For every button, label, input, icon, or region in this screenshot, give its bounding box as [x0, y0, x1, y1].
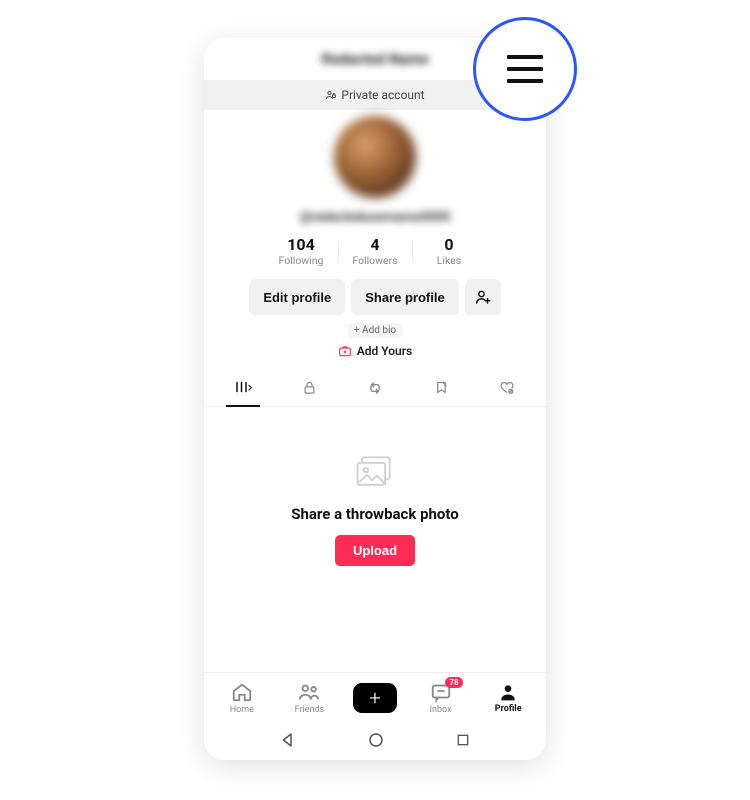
- stat-likes[interactable]: 0 Likes: [412, 235, 486, 267]
- phone-frame: Redacted Name Private account @redactedu…: [204, 38, 546, 760]
- handle-row: @redactedusername0000: [204, 206, 546, 225]
- avatar[interactable]: [334, 116, 416, 198]
- nav-home[interactable]: Home: [212, 681, 272, 715]
- back-icon[interactable]: [279, 731, 297, 749]
- heart-hidden-icon: [499, 380, 515, 395]
- bottom-nav: Home Friends + 78 Inbox: [204, 672, 546, 720]
- edit-profile-button[interactable]: Edit profile: [249, 279, 345, 315]
- empty-state: Share a throwback photo Upload: [204, 407, 546, 672]
- username-handle[interactable]: @redactedusername0000: [300, 210, 451, 225]
- tab-posts[interactable]: [210, 372, 276, 406]
- nav-friends[interactable]: Friends: [279, 681, 339, 715]
- stat-count: 104: [264, 235, 338, 254]
- create-button[interactable]: +: [353, 683, 397, 713]
- profile-name-title[interactable]: Redacted Name: [321, 50, 428, 68]
- hamburger-icon: [507, 51, 543, 87]
- lock-icon: [302, 380, 317, 395]
- lock-person-icon: [325, 89, 337, 101]
- bookmark-icon: [434, 380, 449, 395]
- nav-profile[interactable]: Profile: [478, 682, 538, 714]
- add-yours-label: Add Yours: [357, 344, 412, 358]
- plus-icon: +: [369, 688, 380, 708]
- stat-label: Following: [264, 254, 338, 267]
- user-plus-icon: [474, 288, 492, 306]
- add-bio-row: + Add bio: [204, 323, 546, 338]
- stat-count: 4: [338, 235, 412, 254]
- share-profile-button[interactable]: Share profile: [351, 279, 458, 315]
- upload-button[interactable]: Upload: [335, 535, 415, 566]
- repost-icon: [367, 380, 383, 396]
- stat-following[interactable]: 104 Following: [264, 235, 338, 267]
- add-friends-button[interactable]: [465, 279, 501, 315]
- grid-icon: [234, 380, 252, 394]
- nav-label: Inbox: [430, 705, 452, 715]
- callout-hamburger-menu[interactable]: [473, 17, 577, 121]
- home-circle-icon[interactable]: [367, 731, 385, 749]
- stat-label: Likes: [412, 254, 486, 267]
- nav-label: Home: [230, 705, 254, 715]
- photos-icon: [353, 453, 397, 491]
- camera-plus-icon: [338, 344, 352, 358]
- home-icon: [231, 681, 253, 703]
- profile-tabs: [204, 372, 546, 407]
- add-bio-button[interactable]: + Add bio: [348, 323, 402, 338]
- stat-count: 0: [412, 235, 486, 254]
- profile-icon: [498, 682, 518, 702]
- stat-label: Followers: [338, 254, 412, 267]
- avatar-row: [204, 116, 546, 198]
- private-label: Private account: [341, 88, 424, 102]
- tab-reposts[interactable]: [342, 372, 408, 406]
- friends-icon: [297, 681, 321, 703]
- add-yours-button[interactable]: Add Yours: [204, 344, 546, 358]
- tab-private[interactable]: [276, 372, 342, 406]
- android-nav-bar: [204, 720, 546, 760]
- inbox-badge: 78: [445, 677, 462, 688]
- recents-icon[interactable]: [455, 732, 471, 748]
- profile-actions: Edit profile Share profile: [204, 279, 546, 315]
- stats-row: 104 Following 4 Followers 0 Likes: [204, 235, 546, 267]
- empty-title: Share a throwback photo: [291, 505, 459, 523]
- nav-label: Friends: [295, 705, 325, 715]
- stat-followers[interactable]: 4 Followers: [338, 235, 412, 267]
- nav-create[interactable]: +: [347, 683, 403, 713]
- nav-inbox[interactable]: 78 Inbox: [411, 681, 471, 715]
- tab-saved[interactable]: [408, 372, 474, 406]
- tab-liked[interactable]: [474, 372, 540, 406]
- nav-label: Profile: [495, 704, 522, 714]
